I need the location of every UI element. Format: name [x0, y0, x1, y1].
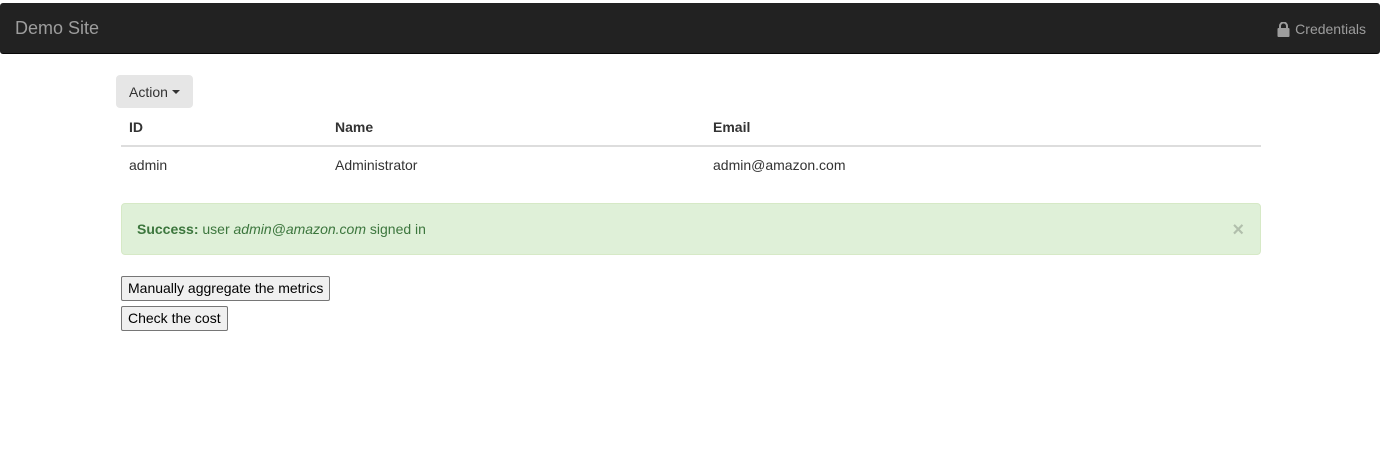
site-brand[interactable]: Demo Site — [15, 18, 99, 38]
aggregate-metrics-button[interactable]: Manually aggregate the metrics — [121, 276, 331, 301]
alert-text-after: signed in — [366, 221, 426, 237]
alert-message: Success: user admin@amazon.com signed in — [137, 221, 426, 237]
users-table: ID Name Email admin Administrator admin@… — [121, 108, 1261, 183]
lock-icon — [1277, 21, 1290, 37]
action-dropdown-button[interactable]: Action — [116, 75, 193, 108]
table-header-row: ID Name Email — [121, 108, 1261, 147]
caret-down-icon — [171, 89, 180, 94]
table-row: admin Administrator admin@amazon.com — [121, 146, 1261, 183]
top-navbar: Demo Site Credentials — [0, 3, 1380, 54]
check-cost-button[interactable]: Check the cost — [121, 306, 228, 331]
column-header-id: ID — [121, 108, 327, 147]
action-dropdown-label: Action — [129, 83, 168, 100]
close-icon[interactable]: × — [1232, 220, 1244, 240]
alert-prefix: Success: — [137, 221, 199, 237]
column-header-name: Name — [327, 108, 705, 147]
alert-text-before: user — [198, 221, 234, 237]
column-header-email: Email — [705, 108, 1261, 147]
cell-name: Administrator — [335, 157, 418, 173]
cell-id: admin — [129, 157, 168, 173]
credentials-label: Credentials — [1295, 21, 1366, 37]
alert-email: admin@amazon.com — [233, 221, 367, 237]
credentials-link[interactable]: Credentials — [1277, 20, 1366, 38]
cell-email: admin@amazon.com — [713, 157, 846, 173]
success-alert: Success: user admin@amazon.com signed in… — [121, 203, 1261, 255]
